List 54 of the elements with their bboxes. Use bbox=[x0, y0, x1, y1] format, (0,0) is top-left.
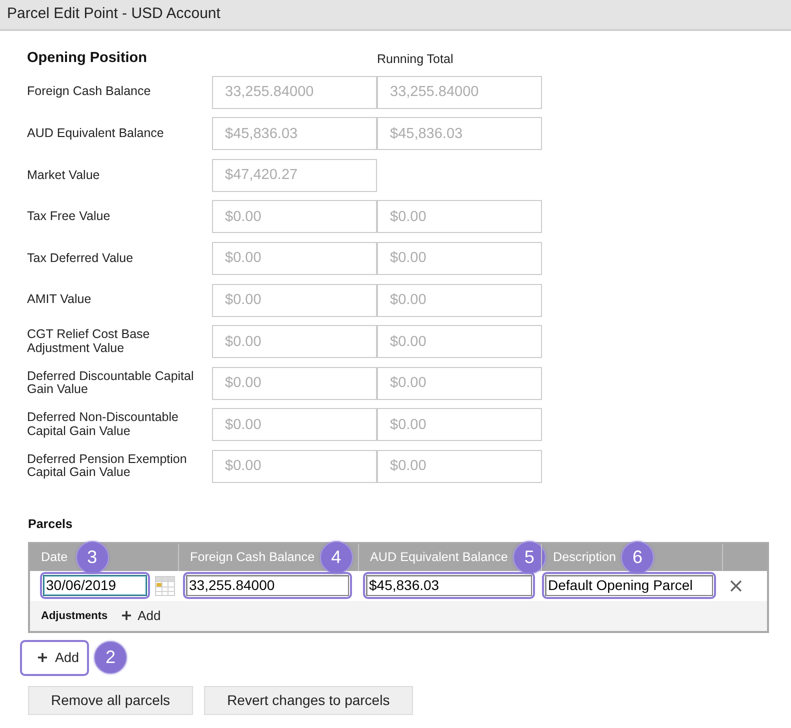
value-field: $0.00 bbox=[212, 408, 377, 442]
field-label: Foreign Cash Balance bbox=[27, 85, 152, 99]
running-total-field: $0.00 bbox=[377, 200, 542, 234]
column-header: AUD Equivalent Balance bbox=[370, 550, 508, 564]
callout-badge: 5 bbox=[512, 540, 546, 574]
action-button[interactable]: Revert changes to parcels bbox=[204, 686, 413, 715]
plus-icon bbox=[122, 611, 131, 620]
running-total-field: $0.00 bbox=[377, 366, 542, 400]
add-button[interactable]: Add bbox=[20, 640, 90, 676]
callout-badge: 2 bbox=[94, 641, 128, 674]
value-field: $0.00 bbox=[212, 200, 377, 234]
running-total-field: $0.00 bbox=[377, 450, 542, 483]
running-total-field: 33,255.84000 bbox=[377, 76, 542, 109]
action-button[interactable]: Remove all parcels bbox=[28, 686, 194, 715]
running-total-field: $0.00 bbox=[377, 408, 542, 442]
window-title: Parcel Edit Point - USD Account bbox=[7, 4, 220, 24]
running-total-field: $45,836.03 bbox=[377, 117, 542, 150]
value-field: $0.00 bbox=[212, 284, 377, 317]
column-header: Description bbox=[553, 550, 616, 564]
column-header: Foreign Cash Balance bbox=[190, 550, 315, 564]
field-label: Tax Deferred Value bbox=[27, 252, 134, 266]
field-label: AMIT Value bbox=[27, 293, 92, 307]
close-icon[interactable] bbox=[730, 580, 742, 592]
callout-badge: 6 bbox=[621, 540, 654, 574]
value-field: $0.00 bbox=[212, 325, 377, 358]
field-label: AUD Equivalent Balance bbox=[27, 126, 165, 140]
adjustments-label: Adjustments bbox=[41, 610, 108, 622]
column-header: Date bbox=[41, 550, 68, 564]
value-field: $0.00 bbox=[212, 450, 377, 483]
column-heading: Running Total bbox=[377, 51, 454, 67]
plus-icon bbox=[38, 653, 47, 662]
running-total-field: $0.00 bbox=[377, 284, 542, 317]
text-field[interactable]: $45,836.03 bbox=[366, 575, 532, 596]
callout-badge: 3 bbox=[76, 540, 109, 574]
field-label: Deferred Non-Discountable Capital Gain Value bbox=[27, 411, 180, 438]
value-field: $45,836.03 bbox=[212, 117, 377, 150]
field-label: Tax Free Value bbox=[27, 210, 112, 224]
field-label: Deferred Pension Exemption Capital Gain Value bbox=[27, 452, 188, 480]
field-label: Deferred Discountable Capital Gain Value bbox=[27, 370, 195, 397]
field-label: CGT Relief Cost Base Adjustment Value bbox=[27, 328, 151, 356]
section-heading: Parcels bbox=[28, 516, 72, 531]
value-field: $0.00 bbox=[212, 366, 377, 400]
add-adjustment-button[interactable]: Add bbox=[122, 608, 161, 624]
section-heading: Opening Position bbox=[27, 49, 148, 67]
value-field: $0.00 bbox=[212, 242, 377, 275]
date-field[interactable]: 30/06/2019 bbox=[43, 575, 147, 596]
value-field: $47,420.27 bbox=[212, 158, 377, 192]
running-total-field: $0.00 bbox=[377, 242, 542, 275]
running-total-field: $0.00 bbox=[377, 325, 542, 358]
text-field[interactable]: Default Opening Parcel bbox=[545, 575, 713, 596]
field-label: Market Value bbox=[27, 168, 101, 182]
callout-badge: 4 bbox=[320, 540, 353, 574]
value-field: 33,255.84000 bbox=[212, 76, 377, 109]
text-field[interactable]: 33,255.84000 bbox=[186, 575, 349, 596]
